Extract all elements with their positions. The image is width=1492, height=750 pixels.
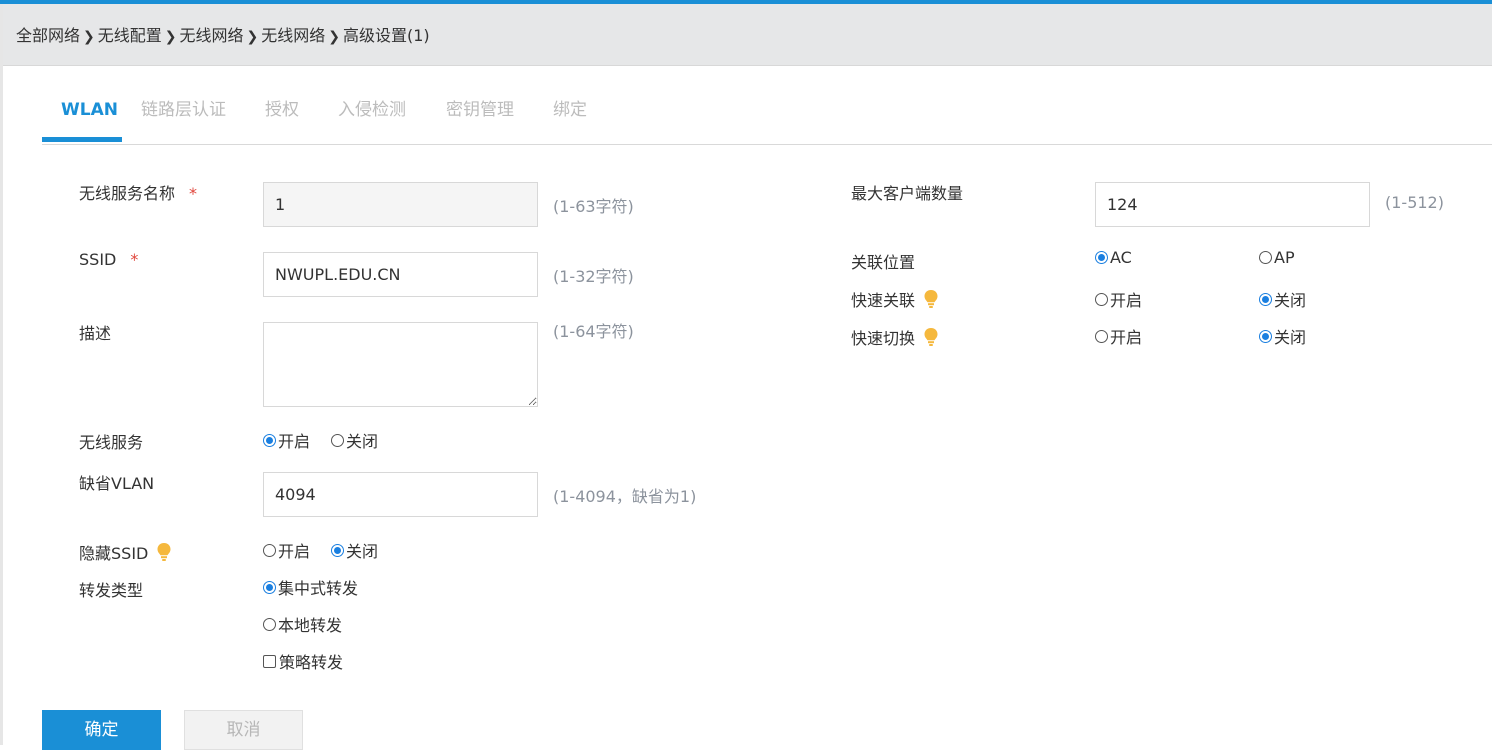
assoc-location-ac-label: AC [1110,248,1132,267]
assoc-location-ap-radio[interactable]: AP [1259,248,1295,267]
lightbulb-icon[interactable] [923,327,939,347]
hide-ssid-label-text: 隐藏SSID [79,544,149,563]
service-name-label-text: 无线服务名称 [79,184,176,203]
local-forward-radio[interactable]: 本地转发 [263,612,342,636]
hide-ssid-off-label: 关闭 [346,542,379,561]
ssid-label-text: SSID [79,250,117,269]
service-name-input[interactable] [263,182,538,227]
cancel-button[interactable]: 取消 [184,710,303,750]
required-mark: * [130,250,139,269]
tab-authorization[interactable]: 授权 [265,96,299,142]
breadcrumb-item-wireless-config[interactable]: 无线配置 [98,26,162,45]
fast-assoc-off-label: 关闭 [1274,291,1307,310]
radio-unselected-icon [263,543,276,557]
tab-link-auth[interactable]: 链路层认证 [141,96,226,142]
default-vlan-hint: (1-4094，缺省为1) [553,487,697,506]
active-tab-indicator [42,137,122,142]
breadcrumb-item-wireless-network-2[interactable]: 无线网络 [261,26,325,45]
radio-unselected-icon [1095,292,1108,306]
tab-bar: WLAN 链路层认证 授权 入侵检测 密钥管理 绑定 [42,96,1492,145]
breadcrumb-item-all-network[interactable]: 全部网络 [16,26,80,45]
wireless-service-label: 无线服务 [79,433,144,452]
ok-button[interactable]: 确定 [42,710,161,750]
radio-unselected-icon [1095,329,1108,343]
radio-selected-icon [331,543,344,557]
default-vlan-input[interactable] [263,472,538,517]
fast-assoc-off-radio[interactable]: 关闭 [1259,287,1306,311]
description-hint: (1-64字符) [553,322,634,341]
hide-ssid-on-radio[interactable]: 开启 [263,538,310,562]
radio-unselected-icon [263,617,276,631]
service-name-label: 无线服务名称 * [79,180,197,204]
assoc-location-ac-radio[interactable]: AC [1095,248,1132,267]
fast-assoc-on-radio[interactable]: 开启 [1095,287,1142,311]
ssid-label: SSID * [79,250,138,269]
max-clients-hint: (1-512) [1385,193,1444,212]
default-vlan-label: 缺省VLAN [79,474,155,493]
breadcrumb: 全部网络 ❯ 无线配置 ❯ 无线网络 ❯ 无线网络 ❯ 高级设置(1) [16,22,430,46]
wireless-service-off-label: 关闭 [346,432,379,451]
fast-switch-off-label: 关闭 [1274,328,1307,347]
fast-switch-on-label: 开启 [1110,328,1143,347]
max-clients-input[interactable] [1095,182,1370,227]
wireless-service-on-label: 开启 [278,432,311,451]
hide-ssid-off-radio[interactable]: 关闭 [331,538,378,562]
centralized-forward-radio[interactable]: 集中式转发 [263,575,358,599]
wireless-service-off-radio[interactable]: 关闭 [331,428,378,452]
local-forward-label: 本地转发 [278,616,343,635]
breadcrumb-item-advanced-settings: 高级设置(1) [343,26,430,45]
ssid-input[interactable] [263,252,538,297]
checkbox-unchecked-icon [263,654,276,668]
hide-ssid-label: 隐藏SSID [79,540,172,564]
description-label: 描述 [79,324,112,343]
chevron-right-icon: ❯ [164,29,177,45]
fast-assoc-label-text: 快速关联 [851,291,916,310]
breadcrumb-item-wireless-network[interactable]: 无线网络 [180,26,244,45]
left-border [0,4,3,745]
hide-ssid-on-label: 开启 [278,542,311,561]
radio-unselected-icon [331,433,344,447]
wireless-service-on-radio[interactable]: 开启 [263,428,310,452]
fast-assoc-on-label: 开启 [1110,291,1143,310]
radio-unselected-icon [1259,251,1272,264]
fast-switch-label: 快速切换 [851,325,939,349]
forward-type-label: 转发类型 [79,581,144,600]
chevron-right-icon: ❯ [83,29,95,45]
required-mark: * [189,184,198,203]
lightbulb-icon[interactable] [156,542,172,562]
tab-intrusion-detection[interactable]: 入侵检测 [338,96,406,142]
description-textarea[interactable] [263,322,538,407]
max-clients-label: 最大客户端数量 [851,184,964,203]
breadcrumb-bar: 全部网络 ❯ 无线配置 ❯ 无线网络 ❯ 无线网络 ❯ 高级设置(1) [3,4,1492,66]
lightbulb-icon[interactable] [923,289,939,309]
radio-selected-icon [263,580,276,594]
service-name-hint: (1-63字符) [553,197,634,216]
tab-binding[interactable]: 绑定 [553,96,587,142]
radio-selected-icon [263,433,276,447]
chevron-right-icon: ❯ [328,29,340,45]
assoc-location-ap-label: AP [1274,248,1295,267]
fast-switch-label-text: 快速切换 [851,329,916,348]
radio-selected-icon [1259,292,1272,306]
assoc-location-label: 关联位置 [851,253,916,272]
radio-selected-icon [1259,329,1272,343]
tab-wlan[interactable]: WLAN [61,96,118,142]
policy-forward-checkbox[interactable]: 策略转发 [263,649,343,673]
centralized-forward-label: 集中式转发 [278,579,359,598]
radio-selected-icon [1095,251,1108,264]
fast-assoc-label: 快速关联 [851,287,939,311]
fast-switch-off-radio[interactable]: 关闭 [1259,324,1306,348]
policy-forward-label: 策略转发 [279,653,344,672]
ssid-hint: (1-32字符) [553,267,634,286]
tab-key-management[interactable]: 密钥管理 [446,96,514,142]
chevron-right-icon: ❯ [246,29,259,45]
fast-switch-on-radio[interactable]: 开启 [1095,324,1142,348]
